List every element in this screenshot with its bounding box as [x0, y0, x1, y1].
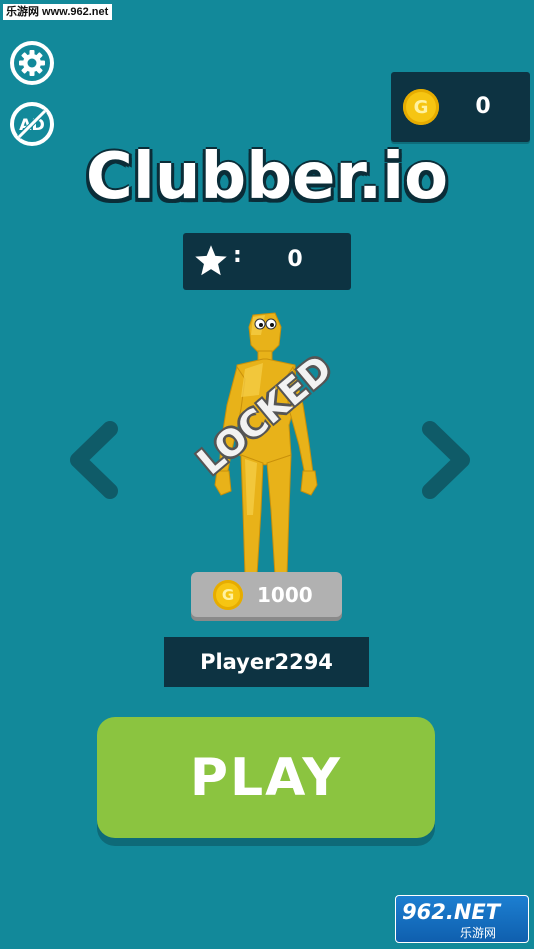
chevron-left-icon [70, 421, 118, 499]
unlock-price-button[interactable]: G 1000 [191, 572, 342, 617]
player-name: Player2294 [200, 650, 333, 674]
coin-count: 0 [475, 94, 491, 119]
star-counter: : 0 [183, 233, 351, 290]
settings-button[interactable] [10, 41, 54, 85]
watermark-logo-sub: 乐游网 [460, 926, 497, 940]
next-character-button[interactable] [408, 415, 478, 505]
watermark-logo-main: 962.NET [402, 900, 501, 924]
play-button-label: PLAY [189, 747, 343, 808]
coin-icon: G [213, 580, 243, 610]
no-ads-icon: AD [17, 109, 47, 139]
player-name-field[interactable]: Player2294 [164, 637, 369, 687]
watermark-logo: 962.NET 乐游网 [395, 895, 529, 943]
chevron-right-icon [422, 421, 470, 499]
play-button[interactable]: PLAY [97, 717, 435, 838]
star-icon [195, 245, 227, 276]
game-title: Clubber.io [85, 140, 449, 214]
gear-icon [19, 50, 45, 76]
star-count: 0 [287, 247, 303, 272]
watermark-site-label: 乐游网 www.962.net [3, 4, 113, 20]
previous-character-button[interactable] [62, 415, 132, 505]
unlock-price: 1000 [257, 583, 313, 607]
coin-icon: G [403, 89, 439, 125]
coin-counter: G 0 [391, 72, 530, 142]
star-separator: : [233, 243, 242, 268]
